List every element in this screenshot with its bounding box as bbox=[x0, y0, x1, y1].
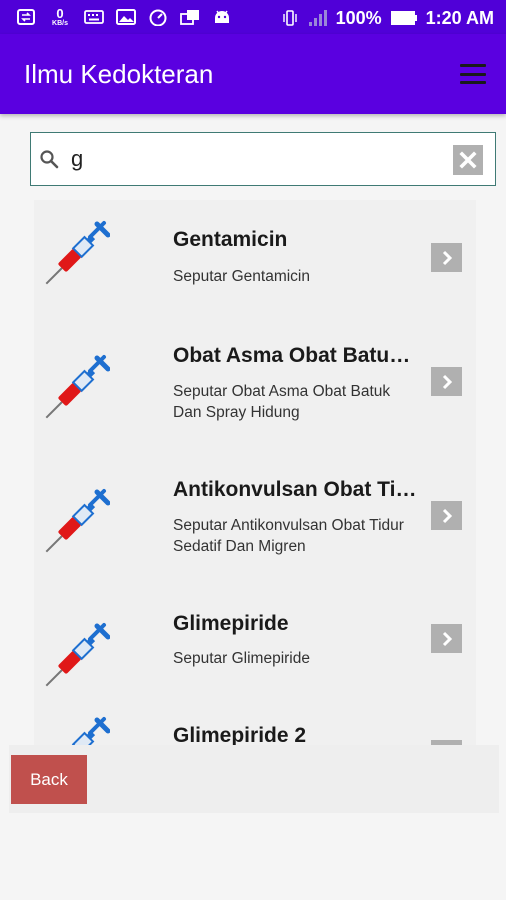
keyboard-icon bbox=[84, 8, 104, 26]
list-item[interactable]: Glimepiride 2 bbox=[34, 716, 476, 745]
item-subtitle: Seputar Obat Asma Obat Batuk Dan Spray H… bbox=[173, 383, 391, 421]
chevron-right-icon[interactable] bbox=[431, 367, 462, 396]
image-icon bbox=[116, 8, 136, 26]
syringe-icon bbox=[44, 354, 111, 420]
item-subtitle: Seputar Gentamicin bbox=[173, 268, 310, 285]
search-icon bbox=[39, 149, 59, 169]
back-button[interactable]: Back bbox=[11, 755, 87, 804]
item-title: Glimepiride 2 bbox=[173, 724, 307, 745]
list-item[interactable]: Gentamicin Seputar Gentamicin bbox=[34, 200, 476, 334]
item-title: Obat Asma Obat Batu… bbox=[173, 344, 411, 367]
network-speed-unit: KB/s bbox=[52, 20, 68, 27]
clock: 1:20 AM bbox=[425, 7, 494, 28]
item-subtitle: Seputar Glimepiride bbox=[173, 650, 310, 667]
data-transfer-icon bbox=[16, 8, 36, 26]
item-title: Antikonvulsan Obat Ti… bbox=[173, 478, 417, 501]
hamburger-menu-icon[interactable] bbox=[460, 64, 486, 84]
search-bar bbox=[30, 132, 496, 186]
syringe-icon bbox=[44, 220, 111, 286]
search-input[interactable] bbox=[71, 143, 451, 175]
speedometer-icon bbox=[148, 8, 168, 26]
status-bar: 0 KB/s 100% 1:20 AM bbox=[0, 0, 506, 34]
chevron-right-icon[interactable] bbox=[431, 624, 462, 653]
item-subtitle: Seputar Antikonvulsan Obat Tidur Sedatif… bbox=[173, 517, 404, 555]
vibrate-icon bbox=[280, 9, 300, 27]
app-title: Ilmu Kedokteran bbox=[24, 59, 214, 89]
network-speed-value: 0 bbox=[56, 6, 64, 21]
list-item[interactable]: Antikonvulsan Obat Ti… Seputar Antikonvu… bbox=[34, 468, 476, 602]
chevron-right-icon[interactable] bbox=[431, 501, 462, 530]
status-icons-left: 0 KB/s bbox=[16, 5, 232, 29]
android-icon bbox=[212, 8, 232, 26]
list-item[interactable]: Obat Asma Obat Batu… Seputar Obat Asma O… bbox=[34, 334, 476, 468]
screens-icon bbox=[180, 8, 200, 26]
item-title: Gentamicin bbox=[173, 228, 288, 251]
syringe-icon bbox=[44, 622, 111, 688]
item-title: Glimepiride bbox=[173, 612, 289, 635]
syringe-icon bbox=[44, 716, 111, 745]
clear-icon[interactable] bbox=[453, 145, 483, 175]
signal-icon bbox=[308, 9, 328, 27]
status-icons-right: 100% 1:20 AM bbox=[280, 6, 494, 30]
battery-percent: 100% bbox=[335, 7, 382, 28]
network-speed: 0 KB/s bbox=[48, 7, 72, 27]
syringe-icon bbox=[44, 488, 111, 554]
bottom-bar: Back bbox=[9, 745, 499, 813]
results-list: Gentamicin Seputar Gentamicin Obat Asma … bbox=[34, 200, 476, 745]
chevron-right-icon[interactable] bbox=[431, 243, 462, 272]
app-bar: Ilmu Kedokteran bbox=[0, 34, 506, 114]
battery-icon bbox=[390, 9, 418, 27]
